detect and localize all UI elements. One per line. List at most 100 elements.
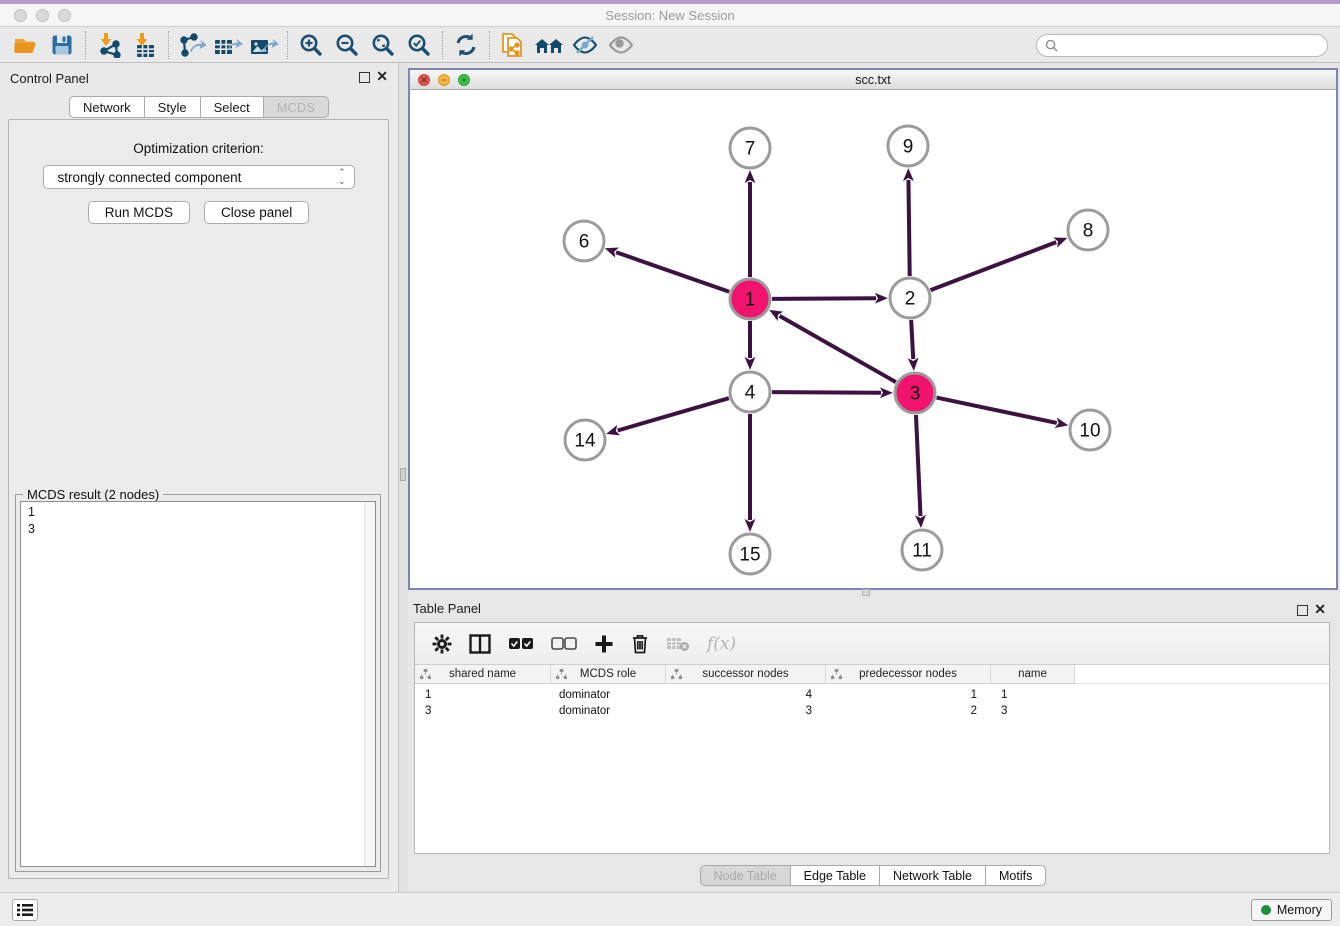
table-cell[interactable]: 3 [666, 705, 826, 717]
tab-network[interactable]: Network [69, 96, 145, 118]
open-folder-icon [13, 33, 39, 57]
graph-node-2[interactable]: 2 [890, 278, 930, 318]
plus-icon [594, 634, 614, 654]
graph-node-label: 9 [903, 137, 914, 158]
table-row[interactable]: 1dominator411 [415, 687, 1329, 703]
tab-edge-table[interactable]: Edge Table [790, 865, 880, 886]
zoom-out-button[interactable] [329, 30, 365, 60]
graph-edge-2-3[interactable] [911, 320, 913, 359]
tab-network-table[interactable]: Network Table [879, 865, 986, 886]
graph-edge-1-6[interactable] [616, 252, 729, 292]
zoom-selected-button[interactable] [401, 30, 437, 60]
graph-edge-3-11[interactable] [916, 415, 921, 516]
graph-node-3[interactable]: 3 [895, 373, 935, 413]
export-table-button[interactable] [210, 30, 246, 60]
export-table-icon [213, 32, 243, 58]
graph-node-8[interactable]: 8 [1068, 210, 1108, 250]
graph-node-label: 2 [905, 289, 916, 310]
export-network-button[interactable] [174, 30, 210, 60]
table-body: 1dominator4113dominator323 [415, 684, 1329, 719]
table-cell[interactable]: 1 [826, 689, 991, 701]
graph-node-7[interactable]: 7 [730, 128, 770, 168]
tab-select[interactable]: Select [200, 96, 264, 118]
criterion-dropdown[interactable]: strongly connected component ⌃⌄ [43, 165, 355, 189]
function-builder-button[interactable]: f(x) [707, 634, 736, 654]
memory-button[interactable]: Memory [1251, 899, 1332, 921]
result-scrollbar[interactable] [364, 502, 375, 866]
frame-resize-handle[interactable] [862, 589, 870, 596]
tab-motifs[interactable]: Motifs [985, 865, 1046, 886]
delete-columns-button[interactable] [631, 633, 649, 654]
table-tabs: Node Table Edge Table Network Table Moti… [408, 865, 1338, 886]
graph-node-6[interactable]: 6 [564, 221, 604, 261]
show-all-columns-button[interactable] [508, 637, 534, 651]
clone-network-button[interactable] [495, 30, 531, 60]
graph-node-15[interactable]: 15 [730, 534, 770, 574]
table-cell[interactable]: 1 [991, 689, 1075, 701]
toggle-panes-button[interactable] [469, 634, 491, 654]
graph-edge-4-14[interactable] [618, 398, 729, 430]
search-input[interactable] [1062, 36, 1327, 55]
mcds-panel: Optimization criterion: strongly connect… [8, 119, 389, 879]
table-cell[interactable]: 4 [666, 689, 826, 701]
first-neighbors-button[interactable] [531, 30, 567, 60]
graph-edge-3-1[interactable] [780, 316, 896, 382]
search-box[interactable] [1036, 34, 1328, 57]
close-table-panel-icon[interactable]: ✕ [1314, 602, 1326, 616]
graph-node-1[interactable]: 1 [730, 279, 770, 319]
network-canvas[interactable]: 7 9 6 8 1 2 4 3 14 10 15 11 [410, 90, 1336, 588]
network-window-titlebar[interactable]: ✕ − + scc.txt [410, 70, 1336, 90]
zoom-fit-button[interactable] [365, 30, 401, 60]
import-table-button[interactable] [127, 30, 163, 60]
column-header-predecessor-nodes[interactable]: predecessor nodes [826, 665, 991, 684]
table-settings-button[interactable] [432, 634, 452, 654]
panel-splitter[interactable] [399, 63, 408, 892]
table-row[interactable]: 3dominator323 [415, 703, 1329, 719]
splitter-handle[interactable] [400, 468, 406, 481]
create-column-button[interactable] [594, 634, 614, 654]
table-cell[interactable]: 3 [991, 705, 1075, 717]
graph-edge-3-10[interactable] [937, 398, 1057, 423]
graph-node-14[interactable]: 14 [565, 420, 605, 460]
column-header-successor-nodes[interactable]: successor nodes [666, 665, 826, 684]
float-panel-icon[interactable] [359, 72, 370, 83]
graph-node-11[interactable]: 11 [902, 530, 942, 570]
close-panel-icon[interactable]: ✕ [376, 69, 388, 83]
float-table-panel-icon[interactable] [1297, 605, 1308, 616]
apply-layout-button[interactable] [448, 30, 484, 60]
delete-table-button[interactable] [666, 636, 690, 652]
table-cell[interactable]: dominator [551, 705, 666, 717]
graph-edge-1-2[interactable] [772, 298, 876, 299]
save-session-button[interactable] [44, 30, 80, 60]
table-cell[interactable]: 3 [415, 705, 551, 717]
attribute-tree-icon [556, 669, 567, 680]
graph-node-9[interactable]: 9 [888, 126, 928, 166]
hide-selected-button[interactable] [567, 30, 603, 60]
zoom-in-button[interactable] [293, 30, 329, 60]
table-cell[interactable]: dominator [551, 689, 666, 701]
export-image-button[interactable] [246, 30, 282, 60]
import-network-button[interactable] [91, 30, 127, 60]
table-cell[interactable]: 2 [826, 705, 991, 717]
graph-edge-2-9[interactable] [908, 180, 909, 276]
column-header-shared-name[interactable]: shared name [415, 665, 551, 684]
mcds-result-textarea[interactable]: 13 [20, 501, 376, 867]
close-panel-button[interactable]: Close panel [204, 201, 309, 224]
graph-edge-4-3[interactable] [772, 392, 881, 393]
tab-mcds[interactable]: MCDS [263, 96, 329, 118]
clone-network-icon [500, 31, 526, 59]
graph-node-10[interactable]: 10 [1070, 410, 1110, 450]
open-session-button[interactable] [8, 30, 44, 60]
run-mcds-button[interactable]: Run MCDS [88, 201, 190, 224]
show-all-button[interactable] [603, 30, 639, 60]
column-header-mcds-role[interactable]: MCDS role [551, 665, 666, 684]
column-header-name[interactable]: name [991, 665, 1075, 684]
hide-all-columns-button[interactable] [551, 637, 577, 651]
table-cell[interactable]: 1 [415, 689, 551, 701]
task-history-button[interactable] [12, 899, 38, 921]
tab-style[interactable]: Style [144, 96, 201, 118]
tab-node-table[interactable]: Node Table [700, 865, 791, 886]
memory-label: Memory [1277, 903, 1322, 917]
graph-edge-2-8[interactable] [931, 242, 1057, 290]
graph-node-4[interactable]: 4 [730, 372, 770, 412]
